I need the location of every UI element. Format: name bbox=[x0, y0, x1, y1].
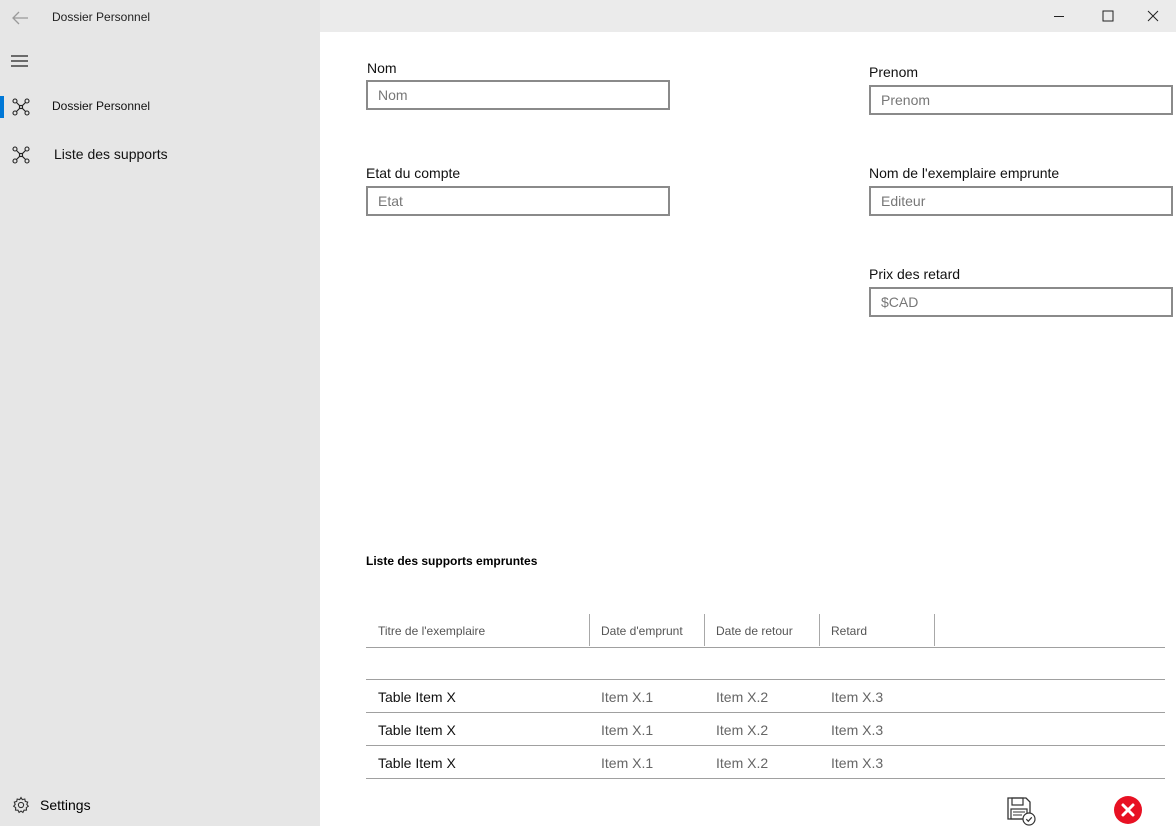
table-cell: Item X.3 bbox=[831, 689, 884, 705]
hamburger-menu-button[interactable] bbox=[10, 54, 30, 68]
column-header-titre[interactable]: Titre de l'exemplaire bbox=[378, 624, 485, 638]
column-divider[interactable] bbox=[934, 614, 935, 646]
etat-field[interactable] bbox=[366, 186, 670, 216]
gear-icon bbox=[12, 796, 30, 814]
cancel-icon bbox=[1114, 796, 1142, 824]
save-button[interactable] bbox=[1005, 795, 1037, 827]
table-cell: Item X.3 bbox=[831, 722, 884, 738]
table-cell: Table Item X bbox=[378, 722, 456, 738]
save-icon bbox=[1007, 797, 1036, 826]
network-icon bbox=[12, 146, 30, 164]
table-cell: Item X.1 bbox=[601, 755, 654, 771]
column-header-retard[interactable]: Retard bbox=[831, 624, 867, 638]
sidebar-item-liste-des-supports[interactable]: Liste des supports bbox=[0, 136, 320, 176]
column-header-date-retour[interactable]: Date de retour bbox=[716, 624, 793, 638]
column-divider[interactable] bbox=[819, 614, 820, 646]
etat-label: Etat du compte bbox=[366, 165, 461, 181]
nom-label: Nom bbox=[367, 60, 397, 76]
table-row[interactable]: Table Item X Item X.1 Item X.2 Item X.3 bbox=[366, 712, 1165, 745]
table-cell: Table Item X bbox=[378, 689, 456, 705]
settings-label: Settings bbox=[40, 797, 91, 813]
minimize-icon bbox=[1054, 16, 1064, 17]
table-cell: Item X.2 bbox=[716, 755, 769, 771]
maximize-icon bbox=[1102, 10, 1114, 22]
back-arrow-icon bbox=[12, 11, 28, 25]
close-icon bbox=[1147, 10, 1159, 22]
table-cell: Item X.2 bbox=[716, 722, 769, 738]
table-cell: Item X.1 bbox=[601, 689, 654, 705]
selection-indicator bbox=[0, 96, 4, 118]
table-bottom-border bbox=[366, 778, 1165, 779]
table-row[interactable]: Table Item X Item X.1 Item X.2 Item X.3 bbox=[366, 745, 1165, 778]
window-titlebar bbox=[320, 0, 1176, 32]
table-cell: Item X.3 bbox=[831, 755, 884, 771]
exemplaire-label: Nom de l'exemplaire emprunte bbox=[869, 165, 1060, 181]
prix-field[interactable] bbox=[869, 287, 1173, 317]
table-cell: Item X.1 bbox=[601, 722, 654, 738]
prix-label: Prix des retard bbox=[869, 266, 961, 282]
network-icon bbox=[12, 98, 30, 116]
sidebar-item-label: Dossier Personnel bbox=[52, 99, 151, 113]
back-button[interactable] bbox=[8, 6, 32, 30]
maximize-button[interactable] bbox=[1084, 0, 1130, 32]
column-divider[interactable] bbox=[589, 614, 590, 646]
sidebar-item-settings[interactable]: Settings bbox=[0, 786, 320, 826]
prenom-label: Prenom bbox=[869, 64, 919, 80]
table-title: Liste des supports empruntes bbox=[366, 554, 538, 568]
exemplaire-field[interactable] bbox=[869, 186, 1173, 216]
sidebar-item-label: Liste des supports bbox=[54, 146, 168, 162]
app-title: Dossier Personnel bbox=[52, 10, 151, 24]
sidebar-item-dossier-personnel[interactable]: Dossier Personnel bbox=[0, 88, 320, 128]
column-header-date-emprunt[interactable]: Date d'emprunt bbox=[601, 624, 683, 638]
table-cell: Table Item X bbox=[378, 755, 456, 771]
prenom-field[interactable] bbox=[869, 85, 1173, 115]
sidebar: Dossier Personnel Dossier Personnel List… bbox=[0, 0, 320, 826]
nom-field[interactable] bbox=[366, 80, 670, 110]
close-window-button[interactable] bbox=[1130, 0, 1176, 32]
cancel-button[interactable] bbox=[1113, 795, 1143, 825]
column-divider[interactable] bbox=[704, 614, 705, 646]
table-header-row: Titre de l'exemplaire Date d'emprunt Dat… bbox=[366, 614, 1165, 648]
table-cell: Item X.2 bbox=[716, 689, 769, 705]
hamburger-icon bbox=[11, 55, 28, 67]
table-row[interactable]: Table Item X Item X.1 Item X.2 Item X.3 bbox=[366, 679, 1165, 712]
minimize-button[interactable] bbox=[1036, 0, 1082, 32]
